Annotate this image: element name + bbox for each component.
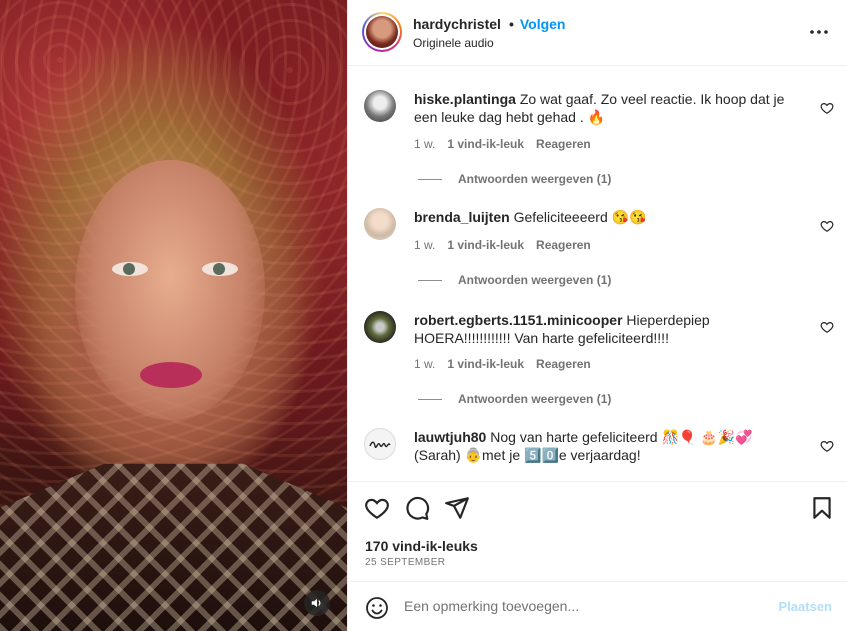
- likes-count[interactable]: 170 vind-ik-leuks: [365, 538, 478, 554]
- post-actions: 170 vind-ik-leuks 25 SEPTEMBER: [348, 481, 847, 581]
- comment-time[interactable]: 1 w.: [414, 357, 435, 371]
- comments-list[interactable]: hiske.plantinga Zo wat gaaf. Zo veel rea…: [348, 66, 847, 481]
- comment-meta: 1 w. 1 vind-ik-leuk Reageren: [414, 357, 591, 371]
- like-heart-icon[interactable]: [364, 495, 390, 521]
- heart-icon[interactable]: [820, 101, 834, 115]
- comment-text: Gefeliciteeeerd 😘😘: [513, 209, 647, 225]
- save-bookmark-icon[interactable]: [809, 495, 835, 521]
- post-comment-button[interactable]: Plaatsen: [779, 599, 832, 614]
- comment-input[interactable]: Een opmerking toevoegen...: [404, 598, 579, 614]
- heart-icon[interactable]: [820, 320, 834, 334]
- post-sidebar: hardychristel • Volgen Originele audio h…: [347, 0, 847, 631]
- view-replies-button[interactable]: Antwoorden weergeven (1): [418, 392, 611, 406]
- comment-body: robert.egberts.1151.minicooper Hieperdep…: [414, 311, 802, 347]
- comment-likes[interactable]: 1 vind-ik-leuk: [447, 137, 524, 151]
- post-date[interactable]: 25 SEPTEMBER: [365, 557, 445, 568]
- comment-likes[interactable]: 1 vind-ik-leuk: [447, 357, 524, 371]
- more-options-button[interactable]: [809, 22, 829, 42]
- signature-logo-icon: [369, 441, 391, 448]
- commenter-username[interactable]: lauwtjuh80: [414, 429, 486, 445]
- video-eye-right: [202, 262, 238, 276]
- commenter-avatar[interactable]: [364, 428, 396, 460]
- follow-button[interactable]: Volgen: [520, 16, 566, 32]
- comment-body: lauwtjuh80 Nog van harte gefeliciteerd 🎊…: [414, 428, 802, 464]
- speaker-icon: [311, 598, 321, 608]
- view-replies-button[interactable]: Antwoorden weergeven (1): [418, 172, 611, 186]
- commenter-avatar[interactable]: [364, 208, 396, 240]
- reply-button[interactable]: Reageren: [536, 137, 591, 151]
- comment-body: hiske.plantinga Zo wat gaaf. Zo veel rea…: [414, 90, 802, 126]
- comment-bubble-icon[interactable]: [404, 495, 430, 521]
- reply-button[interactable]: Reageren: [536, 238, 591, 252]
- comment-likes[interactable]: 1 vind-ik-leuk: [447, 238, 524, 252]
- comment-body: brenda_luijten Gefeliciteeeerd 😘😘: [414, 208, 802, 226]
- view-replies-label: Antwoorden weergeven (1): [458, 172, 612, 186]
- more-horizontal-icon: [810, 30, 828, 34]
- video-lips: [140, 362, 202, 388]
- share-plane-icon[interactable]: [444, 495, 470, 521]
- reply-button[interactable]: Reageren: [536, 357, 591, 371]
- post-header: hardychristel • Volgen Originele audio: [348, 0, 847, 66]
- heart-icon[interactable]: [820, 439, 834, 453]
- comment-time[interactable]: 1 w.: [414, 137, 435, 151]
- heart-icon[interactable]: [820, 219, 834, 233]
- video-eye-left: [112, 262, 148, 276]
- replies-divider: [418, 398, 442, 400]
- sound-toggle-button[interactable]: [304, 590, 330, 616]
- commenter-username[interactable]: brenda_luijten: [414, 209, 510, 225]
- commenter-avatar[interactable]: [364, 311, 396, 343]
- view-replies-label: Antwoorden weergeven (1): [458, 392, 612, 406]
- replies-divider: [418, 178, 442, 180]
- add-comment-bar: Een opmerking toevoegen... Plaatsen: [348, 581, 847, 631]
- view-replies-label: Antwoorden weergeven (1): [458, 273, 612, 287]
- commenter-avatar[interactable]: [364, 90, 396, 122]
- comment-time[interactable]: 1 w.: [414, 238, 435, 252]
- comment-meta: 1 w. 1 vind-ik-leuk Reageren: [414, 137, 591, 151]
- comment-meta: 1 w. 1 vind-ik-leuk Reageren: [414, 238, 591, 252]
- view-replies-button[interactable]: Antwoorden weergeven (1): [418, 273, 611, 287]
- commenter-username[interactable]: hiske.plantinga: [414, 91, 516, 107]
- reel-video[interactable]: [0, 0, 347, 631]
- emoji-icon[interactable]: [365, 596, 389, 620]
- commenter-username[interactable]: robert.egberts.1151.minicooper: [414, 312, 623, 328]
- author-username[interactable]: hardychristel: [413, 16, 501, 32]
- audio-link[interactable]: Originele audio: [413, 36, 494, 50]
- replies-divider: [418, 279, 442, 281]
- separator-dot: •: [508, 16, 514, 32]
- author-line: hardychristel • Volgen: [413, 16, 565, 32]
- author-avatar[interactable]: [362, 12, 402, 52]
